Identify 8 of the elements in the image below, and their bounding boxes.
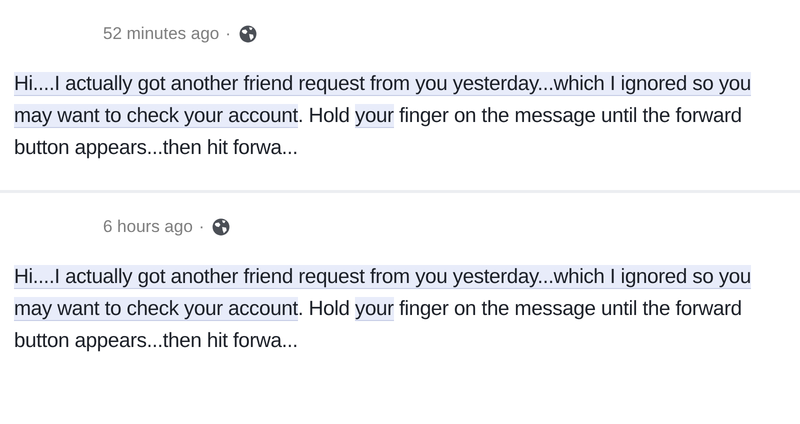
globe-icon	[238, 25, 257, 43]
timestamp[interactable]: 52 minutes ago	[103, 24, 220, 44]
post-text: Hi....I actually got another friend request from you yesterday...which I ignored so you may want to check your account. Hold your finger on the message until the forward button appears...then hit forwa...	[14, 71, 752, 161]
globe-icon	[212, 218, 230, 236]
separator-dot: ·	[225, 24, 231, 44]
timestamp[interactable]: 6 hours ago	[103, 217, 193, 237]
separator-dot: ·	[198, 217, 204, 237]
post-text: Hi....I actually got another friend request from you yesterday...which I ignored so you may want to check your account. Hold your finger on the message until the forward button appears...then hit forwa...	[14, 264, 752, 354]
